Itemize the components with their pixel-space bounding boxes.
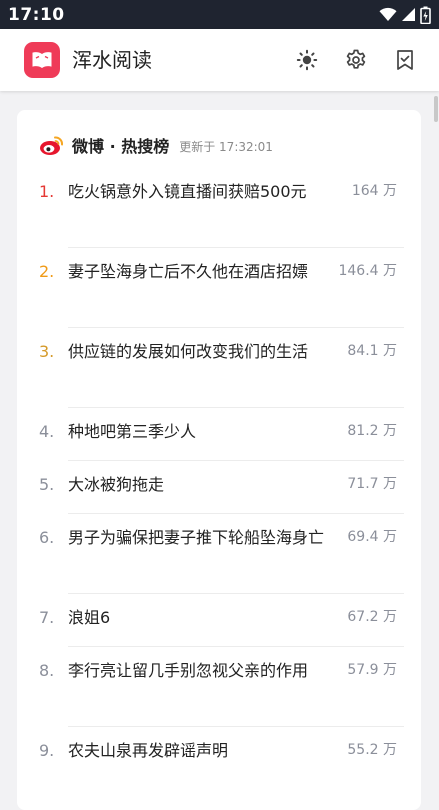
item-title: 吃火锅意外入镜直播间获赔500元	[68, 182, 307, 201]
book-icon	[32, 52, 52, 68]
item-rank: 1.	[39, 182, 55, 201]
item-heat: 69.4 万	[347, 529, 397, 545]
item-rank: 9.	[39, 741, 55, 760]
signal-icon	[402, 8, 415, 21]
wifi-icon	[379, 7, 397, 21]
item-rank: 5.	[39, 475, 55, 494]
item-rank: 7.	[39, 608, 55, 627]
item-title: 大冰被狗拖走	[68, 475, 165, 494]
battery-icon	[420, 6, 431, 24]
item-heat: 71.7 万	[347, 476, 397, 492]
hot-search-list: 1. 吃火锅意外入镜直播间获赔500元 164 万 2. 妻子坠海身亡后不久他在…	[17, 168, 421, 780]
hot-search-item[interactable]: 4. 种地吧第三季少人 81.2 万	[17, 408, 421, 461]
item-title: 农夫山泉再发辟谣声明	[68, 741, 229, 760]
hot-search-item[interactable]: 8. 李行亮让留几手别忽视父亲的作用 57.9 万	[17, 647, 421, 727]
item-heat: 164 万	[351, 183, 397, 199]
item-title: 男子为骗保把妻子推下轮船坠海身亡	[68, 528, 325, 547]
item-title: 供应链的发展如何改变我们的生活	[68, 342, 309, 361]
source-label: 微博 · 热搜榜	[72, 137, 170, 156]
item-heat: 81.2 万	[347, 423, 397, 439]
item-title: 妻子坠海身亡后不久他在酒店招嫖	[68, 262, 309, 281]
item-heat: 55.2 万	[347, 742, 397, 758]
item-rank: 2.	[39, 262, 55, 281]
weibo-icon	[40, 136, 63, 155]
item-title: 浪姐6	[68, 608, 111, 627]
bookmark-button[interactable]	[392, 47, 418, 73]
hot-search-item[interactable]: 9. 农夫山泉再发辟谣声明 55.2 万	[17, 727, 421, 780]
hot-search-item[interactable]: 7. 浪姐6 67.2 万	[17, 594, 421, 647]
item-rank: 4.	[39, 422, 55, 441]
item-heat: 146.4 万	[338, 263, 397, 279]
item-rank: 8.	[39, 661, 55, 680]
item-title: 李行亮让留几手别忽视父亲的作用	[68, 661, 309, 680]
item-rank: 6.	[39, 528, 55, 547]
item-heat: 67.2 万	[347, 609, 397, 625]
brightness-icon	[296, 49, 318, 71]
item-heat: 84.1 万	[347, 343, 397, 359]
item-rank: 3.	[39, 342, 55, 361]
settings-button[interactable]	[343, 47, 369, 73]
status-icons	[379, 6, 431, 24]
weibo-hot-search-card: 微博 · 热搜榜 更新于 17:32:01 1. 吃火锅意外入镜直播间获赔500…	[17, 110, 421, 810]
hot-search-item[interactable]: 3. 供应链的发展如何改变我们的生活 84.1 万	[17, 328, 421, 408]
updated-time: 更新于 17:32:01	[179, 140, 273, 154]
hot-search-item[interactable]: 1. 吃火锅意外入镜直播间获赔500元 164 万	[17, 168, 421, 248]
status-bar: 17:10	[0, 0, 439, 29]
bookmark-icon	[397, 50, 413, 70]
card-header: 微博 · 热搜榜 更新于 17:32:01	[39, 132, 273, 158]
scrollbar-thumb[interactable]	[434, 96, 438, 122]
hot-search-item[interactable]: 5. 大冰被狗拖走 71.7 万	[17, 461, 421, 514]
item-heat: 57.9 万	[347, 662, 397, 678]
hot-search-item[interactable]: 6. 男子为骗保把妻子推下轮船坠海身亡 69.4 万	[17, 514, 421, 594]
status-time: 17:10	[8, 4, 65, 25]
brightness-button[interactable]	[294, 47, 320, 73]
item-title: 种地吧第三季少人	[68, 422, 197, 441]
app-title: 浑水阅读	[72, 48, 152, 72]
app-logo	[24, 42, 60, 78]
settings-icon	[346, 49, 366, 69]
hot-search-item[interactable]: 2. 妻子坠海身亡后不久他在酒店招嫖 146.4 万	[17, 248, 421, 328]
app-bar: 浑水阅读	[0, 29, 439, 91]
